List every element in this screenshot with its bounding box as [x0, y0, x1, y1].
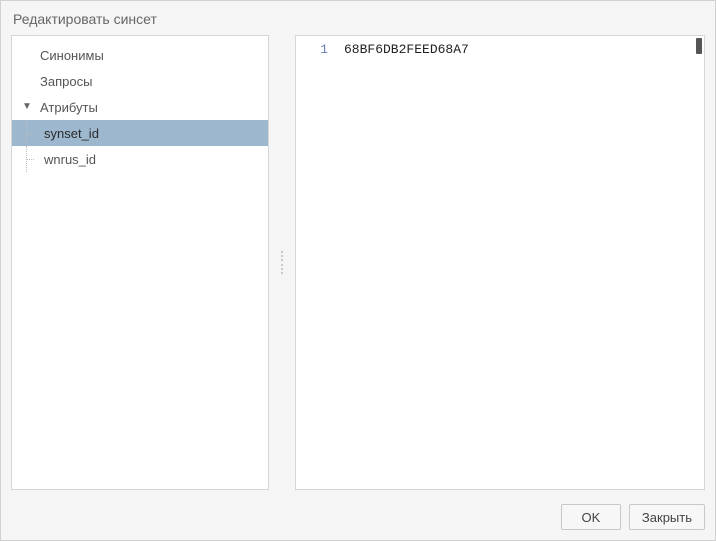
dialog-footer: OK Закрыть [1, 498, 715, 540]
tree-item-label: Атрибуты [34, 100, 98, 115]
chevron-down-icon[interactable]: ▼ [22, 102, 32, 112]
splitter-handle[interactable] [279, 35, 285, 490]
tree-item-queries[interactable]: Запросы [12, 68, 268, 94]
editor-panel: 1 68BF6DB2FEED68A7 [295, 35, 705, 490]
tree-item-attributes[interactable]: ▼ Атрибуты [12, 94, 268, 120]
spacer-icon [22, 76, 32, 86]
edit-synset-dialog: Редактировать синсет Синонимы Запросы ▼ … [0, 0, 716, 541]
line-number-gutter: 1 [296, 36, 338, 489]
tree-item-label: Запросы [34, 74, 92, 89]
grip-icon [281, 251, 284, 275]
tree-item-synonyms[interactable]: Синонимы [12, 42, 268, 68]
spacer-icon [22, 50, 32, 60]
tree-item-synset-id[interactable]: synset_id [12, 120, 268, 146]
tree-panel: Синонимы Запросы ▼ Атрибуты synset_id wn… [11, 35, 269, 490]
tree-item-wnrus-id[interactable]: wnrus_id [12, 146, 268, 172]
code-editor[interactable]: 68BF6DB2FEED68A7 [338, 36, 704, 489]
tree-item-label: wnrus_id [38, 152, 96, 167]
close-button[interactable]: Закрыть [629, 504, 705, 530]
dialog-body: Синонимы Запросы ▼ Атрибуты synset_id wn… [1, 35, 715, 498]
tree-item-label: Синонимы [34, 48, 104, 63]
tree-item-label: synset_id [38, 126, 99, 141]
dialog-title: Редактировать синсет [1, 1, 715, 35]
scrollbar-thumb[interactable] [696, 38, 702, 54]
line-number: 1 [296, 42, 328, 57]
ok-button[interactable]: OK [561, 504, 621, 530]
